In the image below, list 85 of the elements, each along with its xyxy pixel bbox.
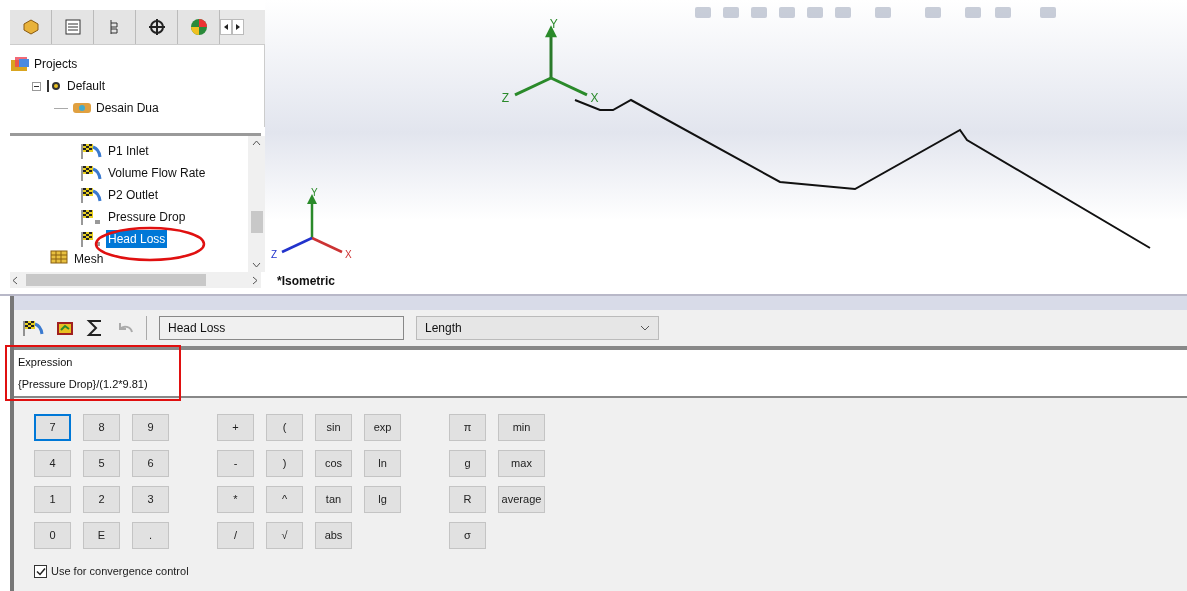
checkered-flag-icon: [22, 320, 44, 336]
chevron-up-icon[interactable]: [252, 140, 261, 147]
keypad-key[interactable]: abs: [315, 522, 352, 549]
goal-plot-icon[interactable]: [56, 320, 74, 336]
scrollbar-thumb[interactable]: [26, 274, 206, 287]
panel-tab[interactable]: [136, 10, 178, 44]
keypad-key[interactable]: average: [498, 486, 545, 513]
checkered-flag-icon: [80, 231, 102, 248]
keypad-key[interactable]: σ: [449, 522, 486, 549]
design-icon: [72, 101, 92, 115]
keypad-key[interactable]: -: [217, 450, 254, 477]
config-icon: [45, 79, 63, 93]
expression-label: Expression: [18, 354, 74, 370]
sigma-icon[interactable]: [86, 319, 104, 337]
collapse-icon[interactable]: [32, 81, 41, 91]
axis-label: X: [590, 91, 599, 105]
axis-label: Z: [501, 91, 510, 105]
keypad-key[interactable]: cos: [315, 450, 352, 477]
chevron-down-icon: [640, 325, 650, 331]
goal-name-field[interactable]: Head Loss: [159, 316, 404, 340]
keypad-key[interactable]: sin: [315, 414, 352, 441]
tree-item[interactable]: Volume Flow Rate: [106, 164, 208, 183]
keypad-key[interactable]: π: [449, 414, 486, 441]
tree-item[interactable]: Default: [67, 77, 106, 95]
scroll-left-icon[interactable]: [220, 19, 232, 35]
checkbox-label: Use for convergence control: [51, 564, 189, 579]
scroll-right-icon[interactable]: [232, 19, 244, 35]
tree-item[interactable]: P1 Inlet: [106, 142, 151, 161]
horizontal-scrollbar[interactable]: [10, 272, 261, 288]
chevron-down-icon[interactable]: [252, 262, 261, 269]
keypad-key[interactable]: (: [266, 414, 303, 441]
keypad-key[interactable]: 0: [34, 522, 71, 549]
checkered-flag-icon: [80, 187, 102, 204]
keypad-key[interactable]: ln: [364, 450, 401, 477]
checkered-flag-icon: [80, 143, 102, 160]
projects-icon: [10, 56, 30, 72]
keypad-key[interactable]: 1: [34, 486, 71, 513]
checkbox[interactable]: [34, 564, 47, 578]
tree-item[interactable]: Projects: [34, 55, 78, 73]
vertical-scrollbar[interactable]: [248, 136, 265, 273]
tree-item[interactable]: Pressure Drop: [106, 208, 188, 227]
part-icon: [20, 18, 41, 36]
keypad-key[interactable]: R: [449, 486, 486, 513]
keypad-key[interactable]: 8: [83, 414, 120, 441]
tree-item[interactable]: P2 Outlet: [106, 186, 161, 205]
scrollbar-thumb[interactable]: [250, 211, 263, 234]
keypad-key[interactable]: lg: [364, 486, 401, 513]
keypad-key[interactable]: g: [449, 450, 486, 477]
tree-item[interactable]: Mesh: [72, 250, 106, 269]
keypad-key[interactable]: max: [498, 450, 545, 477]
keypad-key[interactable]: E: [83, 522, 120, 549]
axis-label: Y: [311, 188, 318, 198]
tree-item[interactable]: Desain Dua: [96, 99, 159, 117]
keypad-key[interactable]: 2: [83, 486, 120, 513]
list-icon: [62, 18, 83, 36]
keypad-key[interactable]: 3: [132, 486, 169, 513]
checkered-flag-icon: [80, 209, 102, 226]
expression-panel[interactable]: Expression {Pressure Drop}/(1.2*9.81): [14, 346, 1187, 396]
keypad-key[interactable]: 4: [34, 450, 71, 477]
keypad-key[interactable]: /: [217, 522, 254, 549]
keypad-key[interactable]: tan: [315, 486, 352, 513]
keypad-key[interactable]: √: [266, 522, 303, 549]
keypad-key[interactable]: .: [132, 522, 169, 549]
mesh-icon: [50, 250, 68, 265]
axis-label: X: [345, 249, 352, 260]
keypad-key[interactable]: 9: [132, 414, 169, 441]
keypad-key[interactable]: min: [498, 414, 545, 441]
axis-label: Y: [549, 18, 558, 31]
keypad-key[interactable]: +: [217, 414, 254, 441]
tree-item[interactable]: Head Loss: [106, 230, 168, 249]
expression-text: {Pressure Drop}/(1.2*9.81): [18, 377, 149, 392]
keypad-key[interactable]: 6: [132, 450, 169, 477]
axis-triad-drawing: [281, 194, 343, 254]
keypad-key[interactable]: 7: [34, 414, 71, 441]
keypad-key[interactable]: ^: [266, 486, 303, 513]
crosshair-icon: [146, 18, 167, 36]
color-ball-icon: [188, 18, 209, 36]
keypad-key[interactable]: ): [266, 450, 303, 477]
keypad-key[interactable]: 5: [83, 450, 120, 477]
checkered-flag-icon: [80, 165, 102, 182]
view-orientation-label: *Isometric: [277, 273, 336, 290]
keypad-key[interactable]: exp: [364, 414, 401, 441]
keypad-key[interactable]: *: [217, 486, 254, 513]
dimension-dropdown[interactable]: Length: [416, 316, 659, 340]
axis-label: Z: [271, 249, 278, 260]
